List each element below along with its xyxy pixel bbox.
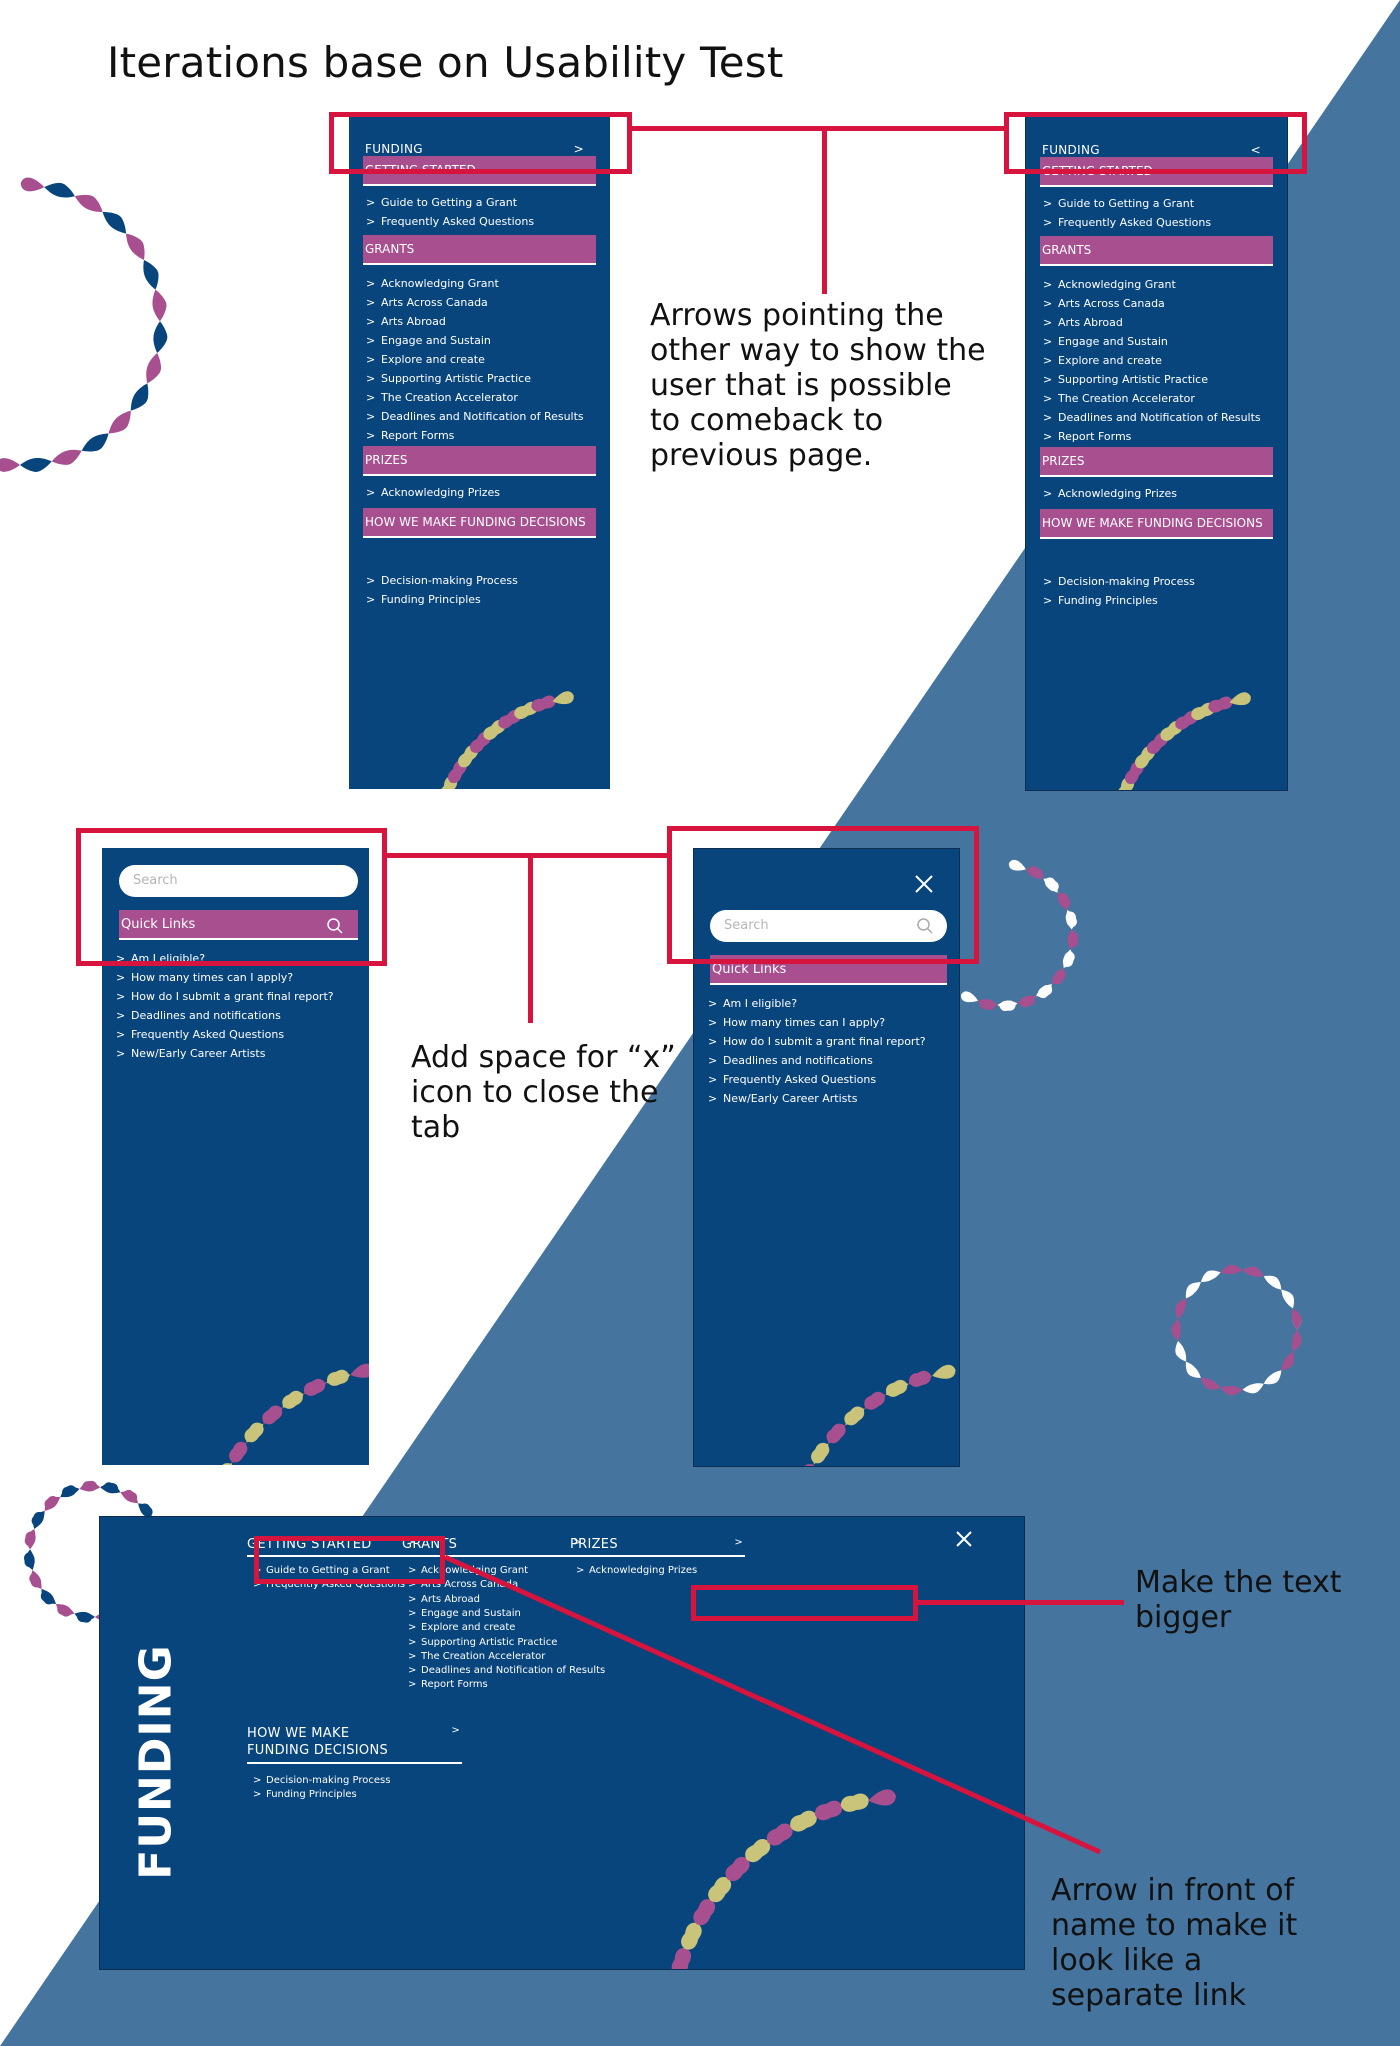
- diagonal-connector: [443, 1554, 1102, 1855]
